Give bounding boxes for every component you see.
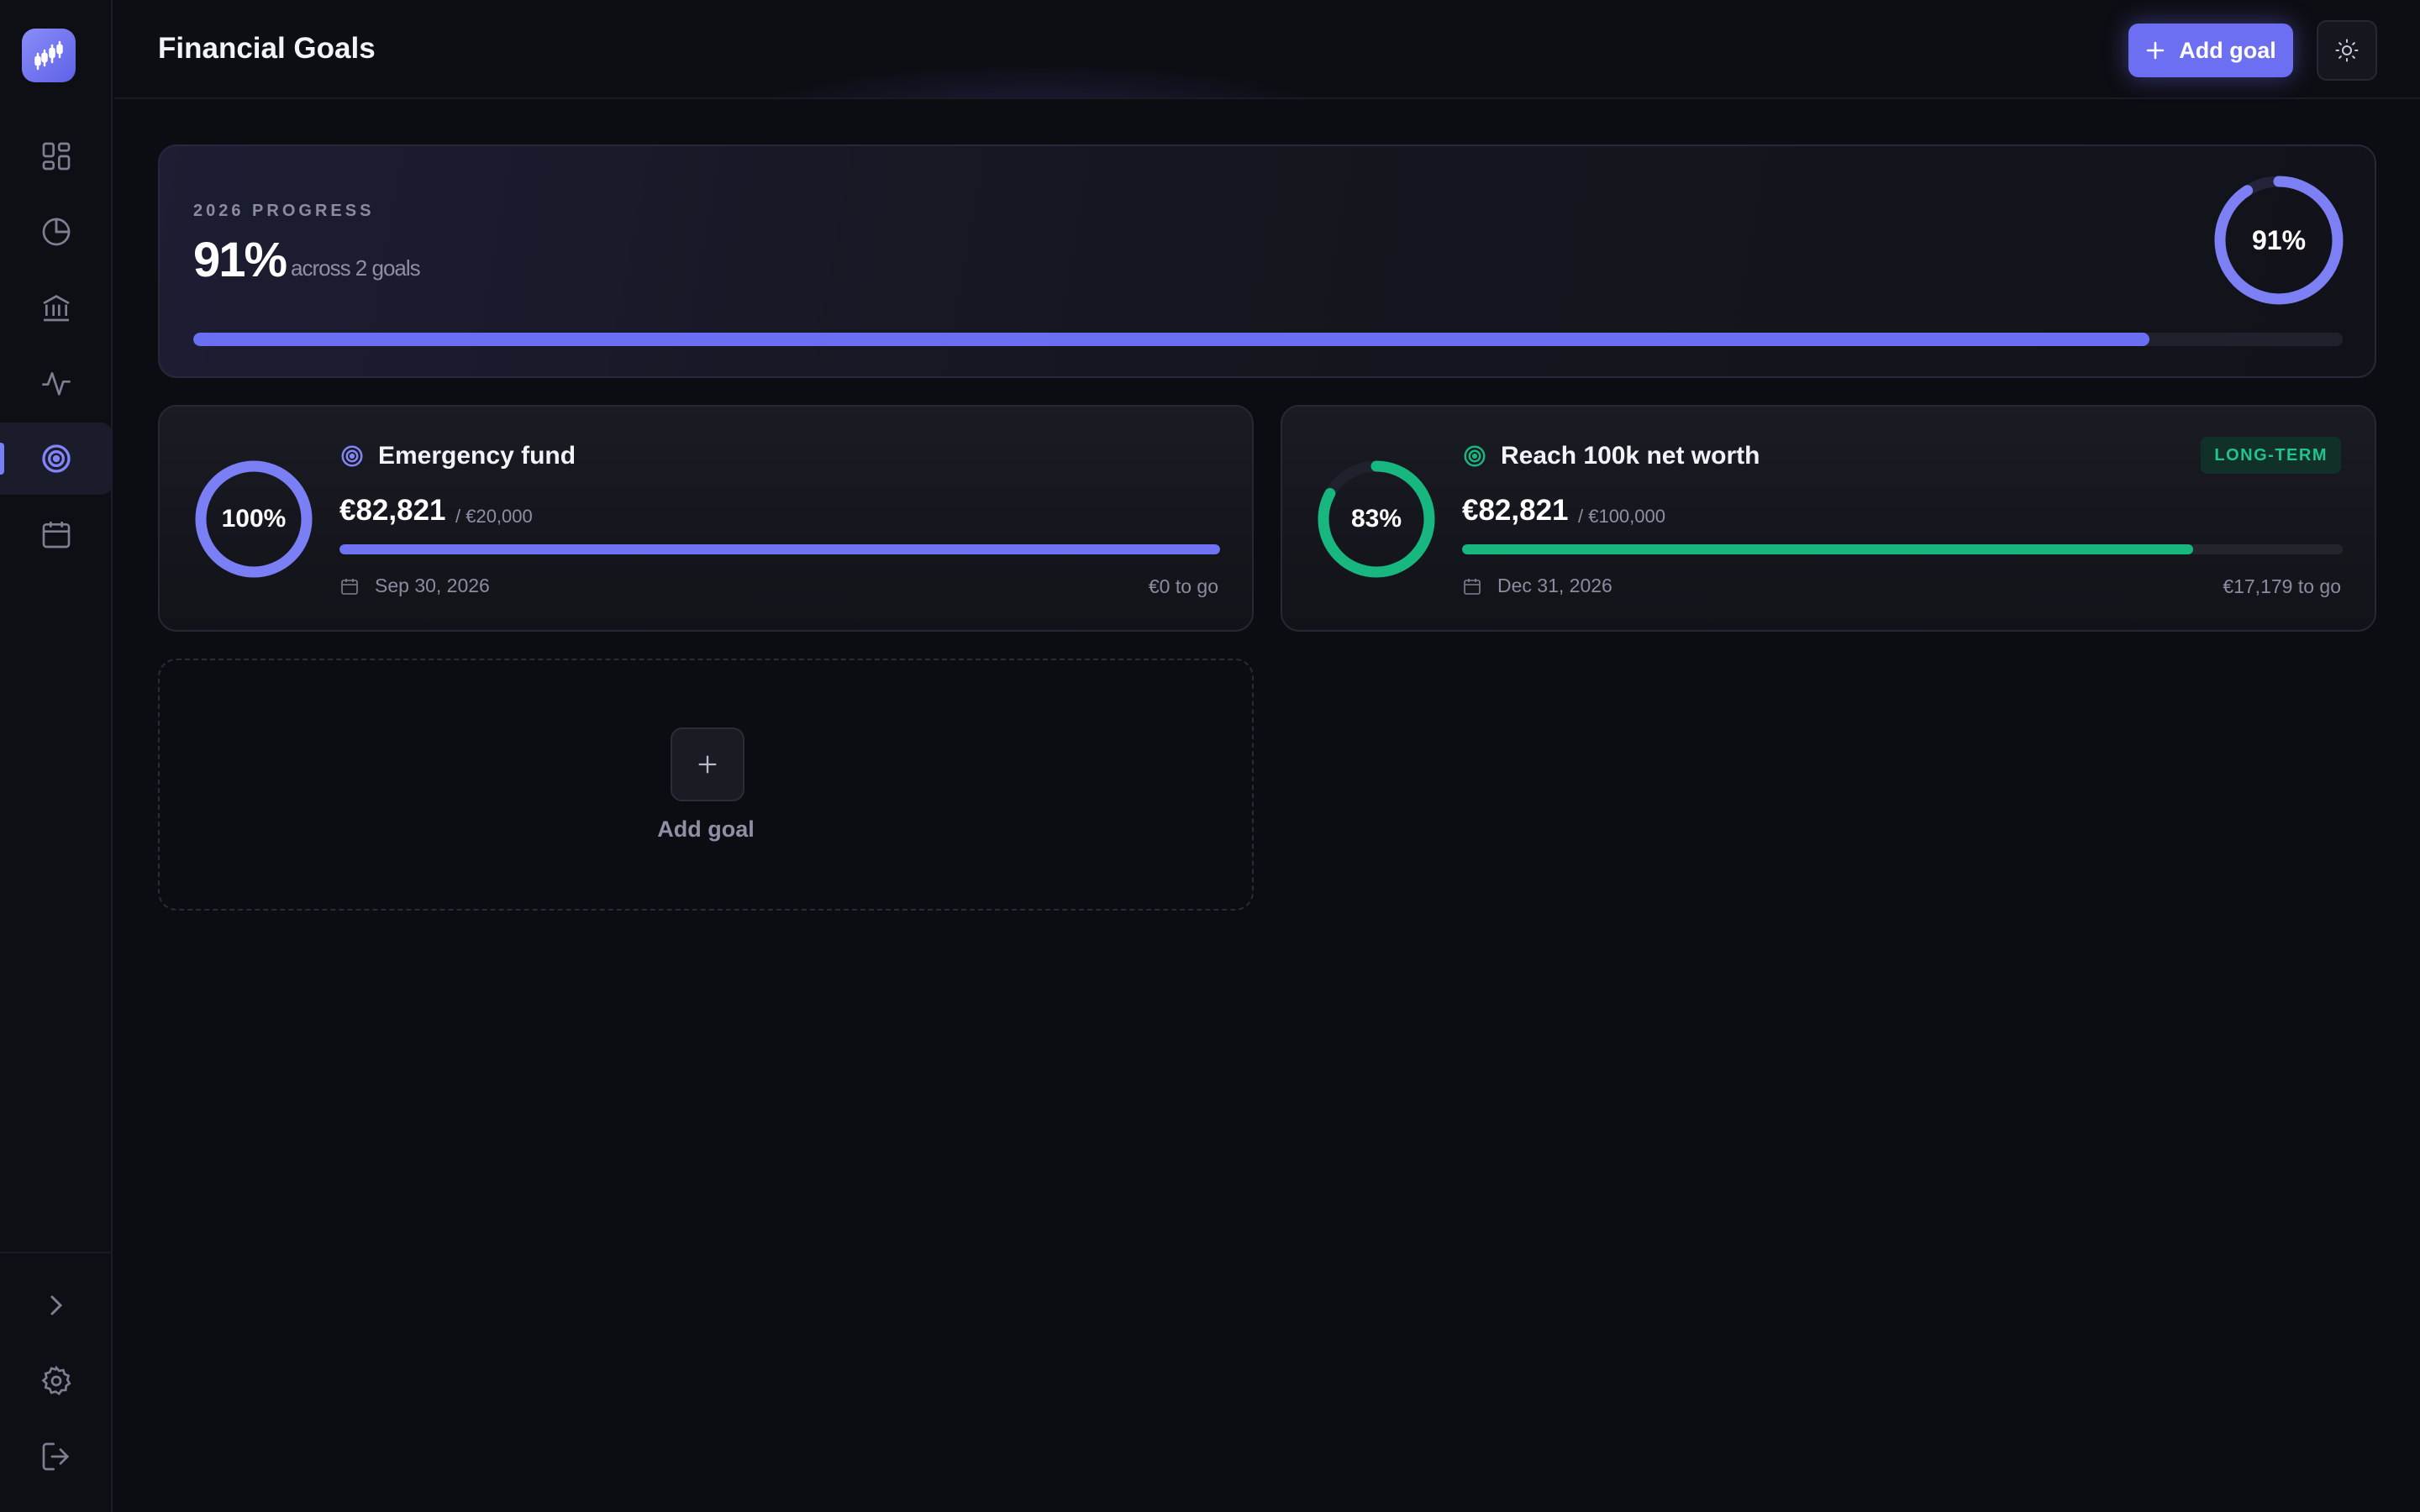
progress-bar: [193, 333, 2343, 346]
sidebar-item-accounts[interactable]: [0, 271, 113, 344]
goal-name: Emergency fund: [378, 442, 576, 470]
sun-icon: [2335, 39, 2359, 62]
goal-title: Reach 100k net worth: [1462, 442, 1760, 470]
sidebar-expand-button[interactable]: [0, 1269, 113, 1341]
goal-progress-bar: [1462, 544, 2343, 554]
bank-icon: [43, 295, 70, 322]
activity-icon: [42, 372, 71, 396]
sidebar-item-calendar[interactable]: [0, 498, 113, 570]
progress-ring-text: 91%: [2251, 224, 2307, 255]
sidebar-item-dashboard[interactable]: [0, 120, 113, 192]
add-goal-card-button[interactable]: [671, 727, 744, 801]
goal-title: Emergency fund: [339, 442, 576, 470]
sidebar-item-goals[interactable]: [0, 423, 113, 495]
plus-icon: [698, 755, 717, 774]
theme-toggle-button[interactable]: [2317, 20, 2377, 81]
goal-ring: 100%: [193, 459, 314, 580]
target-icon: [341, 445, 363, 467]
goal-ring-text: 83%: [1350, 505, 1402, 533]
app-logo[interactable]: [22, 29, 76, 82]
goal-amount: €82,821: [339, 494, 446, 527]
progress-subtitle: across 2 goals: [291, 255, 421, 281]
add-goal-card-label: Add goal: [657, 816, 755, 842]
pie-chart-icon: [42, 218, 71, 246]
goal-progress-fill: [1462, 544, 2193, 554]
sidebar-logout-button[interactable]: [0, 1420, 113, 1493]
sidebar-divider: [0, 1252, 113, 1253]
progress-label: 2026 PROGRESS: [193, 202, 375, 220]
goal-target: / €20,000: [455, 506, 533, 527]
sidebar-item-activity[interactable]: [0, 347, 113, 419]
add-goal-card[interactable]: Add goal: [158, 659, 1254, 911]
grid-icon: [42, 142, 71, 171]
page-header: Financial Goals Add goal: [114, 0, 2420, 99]
goal-ring: 83%: [1316, 459, 1437, 580]
goal-remaining: €17,179 to go: [2223, 575, 2341, 597]
goal-amount: €82,821: [1462, 494, 1569, 527]
goal-target: / €100,000: [1578, 506, 1665, 527]
goal-deadline: Dec 31, 2026: [1462, 575, 1612, 597]
target-icon: [1464, 445, 1486, 467]
goal-remaining: €0 to go: [1148, 575, 1218, 597]
calendar-icon: [1464, 578, 1481, 595]
sidebar: [0, 0, 113, 1512]
calendar-icon: [341, 578, 358, 595]
add-goal-button[interactable]: Add goal: [2128, 24, 2293, 77]
goal-name: Reach 100k net worth: [1501, 442, 1760, 470]
goal-card-net-worth[interactable]: 83% Reach 100k net worth LONG-TERM €82,8…: [1281, 405, 2376, 632]
progress-bar-fill: [193, 333, 2149, 346]
logout-icon: [42, 1442, 70, 1471]
goal-card-emergency-fund[interactable]: 100% Emergency fund €82,821 / €20,000 Se…: [158, 405, 1254, 632]
page-title: Financial Goals: [158, 32, 376, 65]
chevron-right-icon: [50, 1295, 63, 1315]
goal-progress-fill: [339, 544, 1220, 554]
progress-ring: 91%: [2213, 175, 2344, 306]
candlestick-logo-icon: [34, 40, 63, 71]
goal-progress-bar: [339, 544, 1220, 554]
goal-date: Sep 30, 2026: [375, 575, 490, 596]
sidebar-item-analytics[interactable]: [0, 196, 113, 268]
plus-icon: [2146, 41, 2165, 60]
goal-deadline: Sep 30, 2026: [339, 575, 490, 597]
calendar-icon: [42, 522, 71, 549]
goal-ring-text: 100%: [221, 505, 287, 533]
add-goal-label: Add goal: [2179, 37, 2276, 63]
sidebar-settings-button[interactable]: [0, 1345, 113, 1417]
progress-percent: 91%: [193, 233, 287, 287]
target-icon: [42, 444, 71, 473]
settings-icon: [41, 1365, 71, 1396]
goal-type-badge: LONG-TERM: [2201, 437, 2341, 474]
goal-date: Dec 31, 2026: [1497, 575, 1612, 596]
yearly-progress-card: 2026 PROGRESS 91% across 2 goals 91%: [158, 144, 2376, 378]
